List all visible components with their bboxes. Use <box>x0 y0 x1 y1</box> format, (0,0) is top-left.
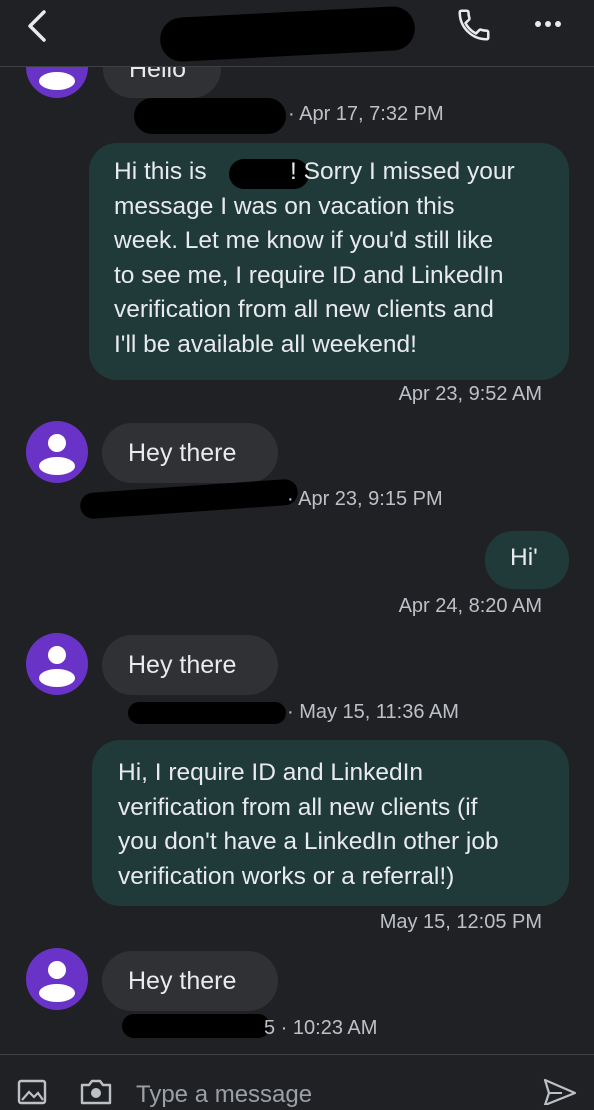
incoming-message-bubble[interactable]: Hey there <box>102 423 278 483</box>
message-timestamp: 5 · 10:23 AM <box>264 1017 378 1039</box>
more-horizontal-icon <box>535 21 561 27</box>
call-button[interactable] <box>455 6 493 44</box>
conversation-header <box>0 0 594 67</box>
message-timestamp: Apr 23, 9:52 AM <box>398 383 542 405</box>
message-timestamp: May 15, 12:05 PM <box>379 911 542 933</box>
sender-redacted <box>128 702 286 724</box>
send-button[interactable] <box>540 1075 580 1107</box>
incoming-message-bubble[interactable]: Hey there <box>102 951 278 1011</box>
message-text: Hey there <box>128 967 237 995</box>
message-timestamp: · Apr 23, 9:15 PM <box>287 488 443 510</box>
send-icon <box>543 1078 577 1107</box>
message-text: Hey there <box>128 651 237 679</box>
message-text-line: ! Sorry I missed your <box>290 158 515 185</box>
chevron-left-icon <box>28 10 46 42</box>
message-text-line: verification from all new clients (if <box>118 793 478 821</box>
camera-button[interactable] <box>78 1075 114 1105</box>
message-text-line: verification from all new clients and <box>114 296 494 323</box>
sender-redacted <box>134 98 286 134</box>
contact-avatar[interactable] <box>26 421 88 483</box>
outgoing-message-bubble[interactable]: Hi this is ! Sorry I missed your message… <box>89 143 569 380</box>
message-text-line: Hi, I require ID and LinkedIn <box>118 759 424 786</box>
message-text-line: you don't have a LinkedIn other job <box>118 828 499 855</box>
message-text: Hey there <box>128 439 237 467</box>
back-button[interactable] <box>18 6 58 46</box>
incoming-message-bubble[interactable]: Hey there <box>102 635 278 695</box>
message-text-line: to see me, I require ID and LinkedIn <box>114 261 504 289</box>
message-timestamp: Apr 24, 8:20 AM <box>398 595 542 617</box>
message-text-line: verification works or a referral!) <box>118 862 455 890</box>
message-text-line: message I was on vacation this <box>114 192 455 220</box>
message-text-line: Hi this is <box>114 158 207 185</box>
attach-image-button[interactable] <box>16 1077 48 1105</box>
sender-redacted <box>79 478 299 520</box>
compose-bar: Type a message <box>0 1054 594 1108</box>
message-timestamp: · May 15, 11:36 AM <box>287 701 459 723</box>
contact-avatar[interactable] <box>26 633 88 695</box>
phone-icon <box>458 9 490 41</box>
outgoing-message-bubble[interactable]: Hi' <box>485 531 569 589</box>
image-icon <box>17 1079 47 1105</box>
message-input[interactable]: Type a message <box>136 1081 312 1109</box>
contact-name-redacted <box>159 5 416 63</box>
message-text-line: week. Let me know if you'd still like <box>114 227 494 254</box>
outgoing-message-bubble[interactable]: Hi, I require ID and LinkedIn verificati… <box>92 740 569 906</box>
message-text-line: I'll be available all weekend! <box>114 330 417 358</box>
camera-icon <box>80 1079 112 1105</box>
message-timestamp: · Apr 17, 7:32 PM <box>288 103 444 125</box>
sender-redacted <box>122 1014 270 1038</box>
contact-avatar[interactable] <box>26 948 88 1010</box>
more-options-button[interactable] <box>530 12 566 36</box>
message-text: Hi' <box>510 544 538 571</box>
